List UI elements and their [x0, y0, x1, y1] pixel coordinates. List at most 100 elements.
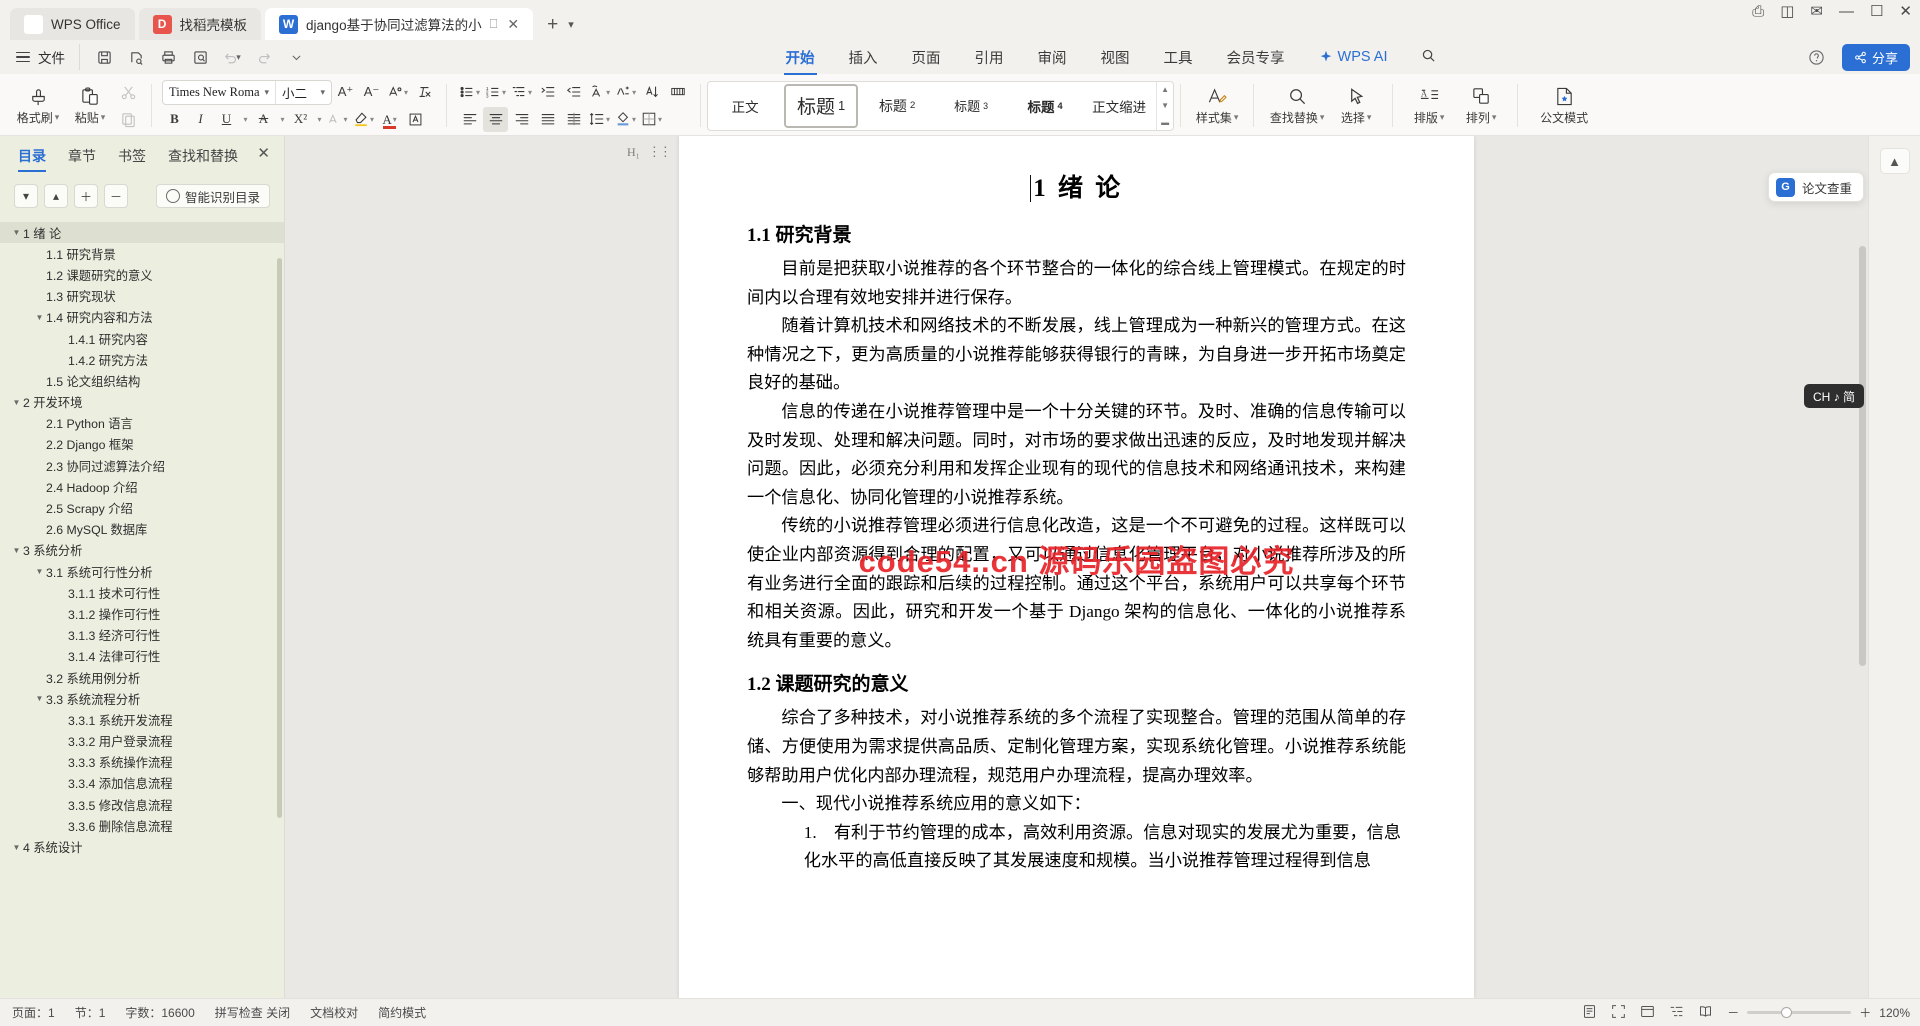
toc-item[interactable]: 2.5 Scrapy 介绍: [0, 497, 284, 518]
list-item[interactable]: 1. 有利于节约管理的成本，高效利用资源。信息对现实的发展尤为重要，信息化水平的…: [747, 819, 1406, 876]
help-icon[interactable]: [1806, 46, 1828, 68]
chevron-down-icon[interactable]: ▾: [568, 18, 574, 31]
toc-item[interactable]: ▼ 2 开发环境: [0, 392, 284, 413]
triangle-icon[interactable]: ▼: [33, 694, 46, 703]
official-doc-mode-button[interactable]: 公文模式: [1528, 78, 1600, 134]
tab-review[interactable]: 审阅: [1036, 43, 1069, 72]
grid-icon[interactable]: ◫: [1780, 4, 1794, 19]
status-section-info[interactable]: 节：1: [75, 1004, 106, 1021]
app-tab-wps-office[interactable]: W WPS Office: [10, 8, 135, 40]
style-set-button[interactable]: 样式集 ▾: [1191, 78, 1243, 134]
align-right-icon[interactable]: [509, 107, 534, 132]
app-tab-docer-template[interactable]: D 找稻壳模板: [138, 8, 262, 40]
italic-button[interactable]: I: [188, 107, 213, 132]
font-name-combobox[interactable]: Times New Roma ▾: [163, 81, 275, 104]
print-layout-icon[interactable]: [1582, 1004, 1597, 1022]
bold-button[interactable]: B: [162, 107, 187, 132]
close-icon[interactable]: ✕: [1899, 4, 1912, 19]
paragraph[interactable]: 信息的传递在小说推荐管理中是一个十分关键的环节。及时、准确的信息传输可以及时发现…: [747, 398, 1406, 512]
paste-button[interactable]: 粘贴 ▾: [64, 78, 116, 134]
toc-item[interactable]: 1.2 课题研究的意义: [0, 264, 284, 285]
character-shading-icon[interactable]: ▾: [325, 107, 350, 132]
underline-button[interactable]: U: [214, 107, 239, 132]
toc-item[interactable]: ▼ 4 系统设计: [0, 836, 284, 857]
multilevel-list-icon[interactable]: ▾: [509, 80, 534, 105]
style-item-heading-1[interactable]: 标题 1: [784, 83, 859, 128]
tab-tools[interactable]: 工具: [1162, 43, 1195, 72]
zoom-percent-label[interactable]: 120%: [1879, 1006, 1910, 1020]
style-item-body-indent[interactable]: 正文缩进: [1082, 82, 1156, 130]
document-scrollbar[interactable]: [1859, 246, 1866, 666]
toc-item[interactable]: ▼ 3 系统分析: [0, 540, 284, 561]
paragraph[interactable]: 目前是把获取小说推荐的各个环节整合的一体化的综合线上管理模式。在规定的时间内以合…: [747, 255, 1406, 312]
grow-font-button[interactable]: A⁺: [333, 80, 358, 105]
arrange-button[interactable]: 排列 ▾: [1455, 78, 1507, 134]
increase-indent-icon[interactable]: [561, 80, 586, 105]
restore-icon[interactable]: ⎙: [1752, 4, 1764, 19]
collapse-up-button[interactable]: ▴: [44, 184, 68, 208]
paragraph[interactable]: 传统的小说推荐管理必须进行信息化改造，这是一个不可避免的过程。这样既可以使企业内…: [747, 512, 1406, 655]
toc-item[interactable]: 3.3.4 添加信息流程: [0, 773, 284, 794]
chevron-up-icon[interactable]: ▲: [1161, 85, 1169, 94]
status-word-count[interactable]: 字数：16600: [125, 1004, 194, 1021]
bullet-list-icon[interactable]: ▾: [457, 80, 482, 105]
expand-gallery-icon[interactable]: ▬: [1161, 118, 1169, 127]
shading-icon[interactable]: ▾: [613, 107, 638, 132]
toc-item[interactable]: 3.1.3 经济可行性: [0, 625, 284, 646]
triangle-icon[interactable]: ▼: [10, 546, 23, 555]
decrease-level-button[interactable]: －: [104, 184, 128, 208]
font-color-icon[interactable]: A ▾: [377, 107, 402, 132]
toc-item[interactable]: 3.3.6 删除信息流程: [0, 815, 284, 836]
close-icon[interactable]: ✕: [507, 16, 519, 33]
toc-item[interactable]: 1.3 研究现状: [0, 286, 284, 307]
collapse-ribbon-icon[interactable]: ▲: [1879, 148, 1910, 174]
format-painter-button[interactable]: 格式刷 ▾: [12, 78, 64, 134]
print-icon[interactable]: [154, 44, 182, 70]
redo-icon[interactable]: [250, 44, 278, 70]
file-menu-button[interactable]: 文件: [8, 47, 73, 67]
nav-tab-bookmarks[interactable]: 书签: [118, 146, 146, 172]
tab-start[interactable]: 开始: [783, 43, 817, 75]
undo-icon[interactable]: ▾: [218, 44, 246, 70]
increase-level-button[interactable]: ＋: [74, 184, 98, 208]
app-tab-document[interactable]: W django基于协同过滤算法的小 ⎕ ✕: [265, 8, 534, 40]
superscript-button[interactable]: X²: [288, 107, 313, 132]
triangle-icon[interactable]: ▼: [10, 843, 23, 852]
highlight-color-icon[interactable]: ▾: [351, 107, 376, 132]
save-as-icon[interactable]: [122, 44, 150, 70]
numbered-list-icon[interactable]: 1 2 3 ▾: [483, 80, 508, 105]
style-item-heading-3[interactable]: 标题 3: [934, 82, 1008, 130]
nav-tab-find-replace[interactable]: 查找和替换: [168, 146, 238, 172]
toc-item[interactable]: 2.3 协同过滤算法介绍: [0, 455, 284, 476]
nav-tab-chapters[interactable]: 章节: [68, 146, 96, 172]
line-spacing-icon[interactable]: ▾: [587, 107, 612, 132]
heading-marker[interactable]: H₁ ⋮⋮: [627, 144, 672, 160]
triangle-icon[interactable]: ▼: [10, 228, 23, 237]
minimize-icon[interactable]: —: [1839, 4, 1854, 19]
toc-item[interactable]: ▼ 1.4 研究内容和方法: [0, 307, 284, 328]
select-button[interactable]: 选择 ▾: [1330, 78, 1382, 134]
toc-item[interactable]: 2.1 Python 语言: [0, 413, 284, 434]
typeset-button[interactable]: A 排版 ▾: [1403, 78, 1455, 134]
toc-item[interactable]: ▼ 3.3 系统流程分析: [0, 688, 284, 709]
save-icon[interactable]: [90, 44, 118, 70]
tab-view[interactable]: 视图: [1099, 43, 1132, 72]
section-heading-1-1[interactable]: 1.1 研究背景: [747, 220, 1406, 247]
document-area[interactable]: H₁ ⋮⋮ 1 绪 论 1.1 研究背景 目前是把获取小说推荐的各个环节整合的一…: [285, 136, 1868, 998]
zoom-in-button[interactable]: ＋: [1859, 1004, 1871, 1021]
paragraph[interactable]: 随着计算机技术和网络技术的不断发展，线上管理成为一种新兴的管理方式。在这种情况之…: [747, 312, 1406, 398]
outline-icon[interactable]: [1669, 1004, 1684, 1022]
char-border-icon[interactable]: ▾: [613, 80, 638, 105]
share-button[interactable]: 分享: [1841, 43, 1910, 71]
font-size-combobox[interactable]: 小二 ▾: [275, 80, 331, 104]
style-item-body[interactable]: 正文: [708, 82, 782, 130]
search-icon[interactable]: [1419, 44, 1438, 71]
toc-item[interactable]: 3.2 系统用例分析: [0, 667, 284, 688]
toc-item[interactable]: 2.2 Django 框架: [0, 434, 284, 455]
new-tab-button[interactable]: +: [547, 15, 558, 34]
sort-icon[interactable]: [639, 80, 664, 105]
chevron-down-icon[interactable]: ▼: [1161, 101, 1169, 110]
customize-quick-access-icon[interactable]: [282, 44, 310, 70]
toc-item[interactable]: 3.1.4 法律可行性: [0, 646, 284, 667]
style-item-heading-4[interactable]: 标题 4: [1008, 82, 1082, 130]
